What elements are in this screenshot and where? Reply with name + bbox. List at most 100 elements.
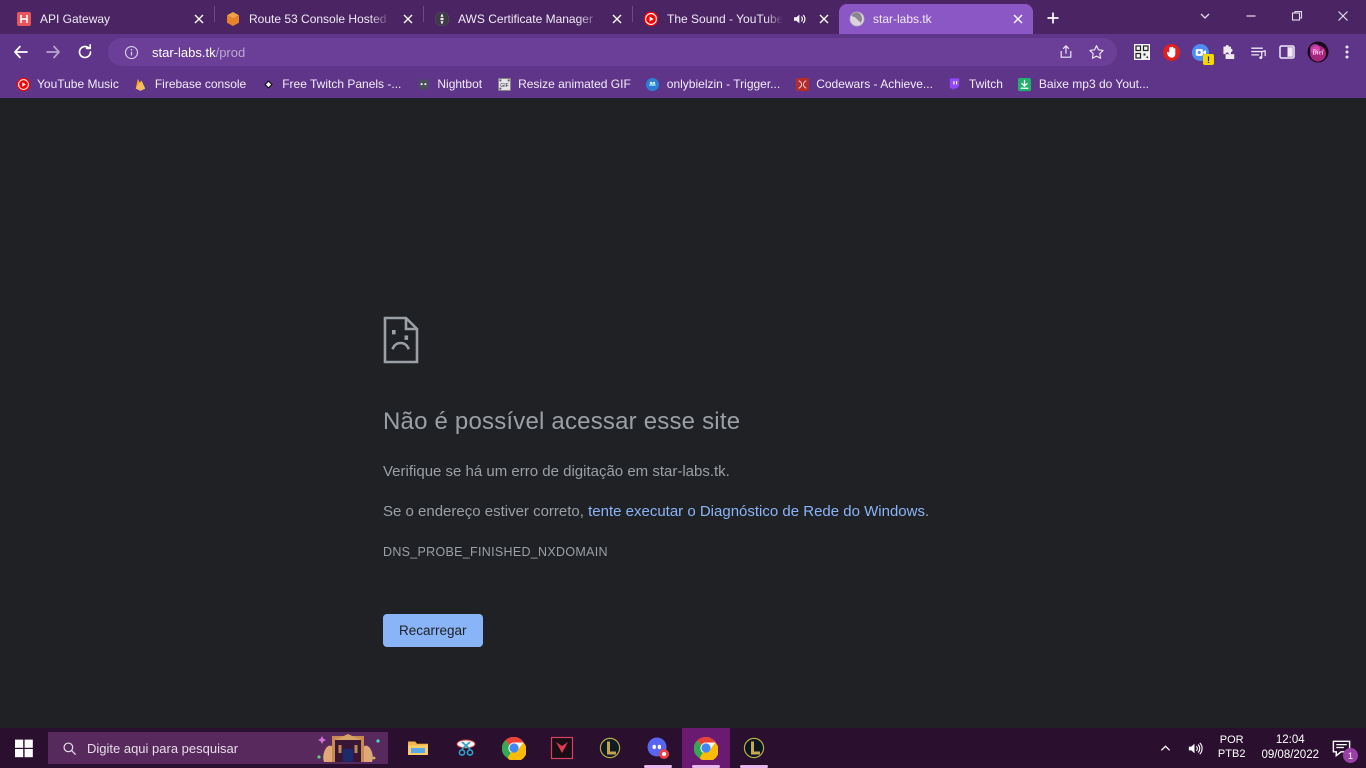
language-indicator[interactable]: POR PTB2 (1210, 734, 1254, 762)
share-icon[interactable] (1053, 39, 1079, 65)
firebase-icon (133, 76, 149, 92)
bookmarks-bar: YouTube Music Firebase console Free Twit… (0, 70, 1366, 98)
tab-close-button[interactable] (608, 10, 626, 28)
tab-close-button[interactable] (399, 10, 417, 28)
omnibox-actions (1053, 39, 1109, 65)
maximize-button[interactable] (1274, 0, 1320, 32)
start-button[interactable] (0, 728, 48, 768)
tab-audio-playing-icon[interactable] (791, 11, 807, 27)
taskbar-item-valorant[interactable] (538, 728, 586, 768)
tab-title: Route 53 Console Hosted Zo (249, 12, 391, 26)
speaker-icon[interactable] (1179, 728, 1210, 768)
video-download-extension-icon[interactable]: ! (1187, 39, 1214, 65)
reload-button[interactable]: Recarregar (383, 613, 483, 647)
tab-close-button[interactable] (190, 10, 208, 28)
error-line-1: Verifique se há um erro de digitação em … (383, 463, 730, 480)
bookmark-label: onlybielzin - Trigger... (666, 77, 781, 91)
adblock-extension-icon[interactable] (1158, 39, 1184, 65)
side-panel-icon[interactable] (1274, 39, 1300, 65)
tab-star-labs[interactable]: star-labs.tk (839, 4, 1033, 34)
taskbar-item-league-of-legends[interactable] (586, 728, 634, 768)
taskbar-item-league-of-legends-client[interactable] (730, 728, 778, 768)
bookmark-codewars[interactable]: Codewars - Achieve... (787, 73, 940, 95)
search-decorative-art (310, 732, 388, 764)
back-arrow-icon[interactable] (6, 37, 36, 67)
bookmark-youtube-music[interactable]: YouTube Music (8, 73, 126, 95)
browser-toolbar: star-labs.tk/prod ! Biel (0, 34, 1366, 70)
extensions-row: ! Biel (1125, 39, 1360, 65)
close-button[interactable] (1320, 0, 1366, 32)
diamond-icon (260, 76, 276, 92)
bookmark-onlybielzin-trigger[interactable]: onlybielzin - Trigger... (638, 73, 787, 95)
taskbar-items (394, 728, 778, 768)
network-diagnostics-link[interactable]: tente executar o Diagnóstico de Rede do … (588, 503, 925, 520)
bookmark-label: Codewars - Achieve... (816, 77, 933, 91)
bookmark-free-twitch-panels[interactable]: Free Twitch Panels -... (253, 73, 408, 95)
windows-taskbar: Digite aqui para pesquisar POR PTB2 12:0… (0, 728, 1366, 768)
clock-time: 12:04 (1275, 734, 1305, 747)
tab-search-chevron-icon[interactable] (1182, 0, 1228, 32)
tab-close-button[interactable] (1009, 10, 1027, 28)
playlist-extension-icon[interactable] (1245, 39, 1271, 65)
bookmark-label: Free Twitch Panels -... (282, 77, 402, 91)
bookmark-label: Baixe mp3 do Yout... (1038, 77, 1150, 91)
extensions-puzzle-icon[interactable] (1216, 39, 1242, 65)
taskbar-item-file-explorer[interactable] (394, 728, 442, 768)
svg-text:GIF: GIF (500, 82, 508, 88)
error-line-2: Se o endereço estiver correto, tente exe… (383, 501, 983, 523)
bookmark-nightbot[interactable]: Nightbot (408, 73, 489, 95)
gif-icon: GIF (496, 76, 512, 92)
window-controls (1182, 0, 1366, 34)
bookmark-label: Resize animated GIF (518, 77, 631, 91)
bookmark-label: Nightbot (437, 77, 483, 91)
bookmark-baixe-mp3[interactable]: Baixe mp3 do Yout... (1010, 73, 1156, 95)
system-tray: POR PTB2 12:04 09/08/2022 1 (1152, 728, 1366, 768)
tab-youtube-music[interactable]: The Sound - YouTube M (633, 4, 839, 34)
new-tab-button[interactable] (1039, 4, 1067, 32)
extension-badge: ! (1203, 54, 1214, 65)
tab-close-button[interactable] (815, 10, 833, 28)
notification-icon[interactable]: 1 (1327, 728, 1362, 768)
youtube-music-icon (15, 76, 31, 92)
tab-aws-certificate-manager[interactable]: AWS Certificate Manager (424, 4, 632, 34)
tab-strip: API Gateway Route 53 Console Hosted Zo A… (0, 0, 1366, 34)
taskbar-item-google-chrome[interactable] (490, 728, 538, 768)
browser-window: API Gateway Route 53 Console Hosted Zo A… (0, 0, 1366, 728)
taskbar-item-discord[interactable] (634, 728, 682, 768)
clock-date: 09/08/2022 (1261, 749, 1319, 761)
streamelements-icon (645, 76, 661, 92)
youtube-music-icon (643, 11, 659, 27)
tab-api-gateway[interactable]: API Gateway (6, 4, 214, 34)
taskbar-item-google-chrome-window[interactable] (682, 728, 730, 768)
bookmark-label: Firebase console (154, 77, 247, 91)
taskbar-item-snipping-tool[interactable] (442, 728, 490, 768)
route53-icon (225, 11, 241, 27)
three-dot-menu-icon[interactable] (1334, 39, 1360, 65)
bookmark-label: Twitch (968, 77, 1003, 91)
twitch-icon (947, 76, 963, 92)
bookmark-resize-animated-gif[interactable]: GIF Resize animated GIF (489, 73, 638, 95)
avatar[interactable]: Biel (1305, 39, 1331, 65)
search-input[interactable]: Digite aqui para pesquisar (48, 732, 388, 764)
minimize-button[interactable] (1228, 0, 1274, 32)
info-circle-icon[interactable] (118, 39, 144, 65)
avatar-initials: Biel (1312, 49, 1323, 57)
globe-icon (849, 11, 865, 27)
star-icon[interactable] (1083, 39, 1109, 65)
tab-title: AWS Certificate Manager (458, 12, 593, 26)
notification-count-badge: 1 (1343, 748, 1358, 763)
error-line-2-prefix: Se o endereço estiver correto, (383, 502, 589, 520)
bookmark-twitch[interactable]: Twitch (940, 73, 1010, 95)
codewars-icon (794, 76, 810, 92)
clock[interactable]: 12:04 09/08/2022 (1253, 733, 1327, 763)
tab-title: API Gateway (40, 12, 111, 26)
reload-icon[interactable] (70, 37, 100, 67)
tab-route-53[interactable]: Route 53 Console Hosted Zo (215, 4, 423, 34)
sad-page-icon (383, 316, 419, 364)
qr-code-extension-icon[interactable] (1129, 39, 1155, 65)
chevron-up-icon[interactable] (1152, 728, 1179, 768)
address-bar[interactable]: star-labs.tk/prod (108, 38, 1117, 66)
magnifier-icon (62, 741, 77, 756)
forward-arrow-icon[interactable] (38, 37, 68, 67)
bookmark-firebase-console[interactable]: Firebase console (126, 73, 253, 95)
